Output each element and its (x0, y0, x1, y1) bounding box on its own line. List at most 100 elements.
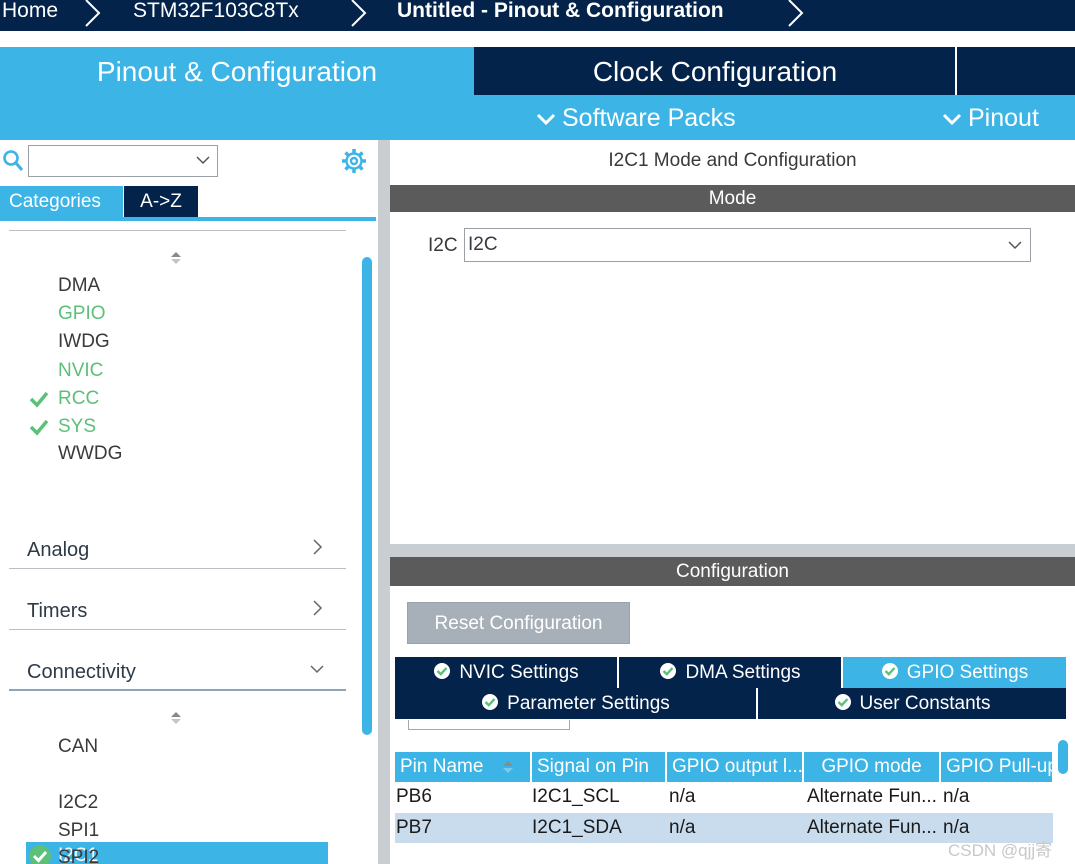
system-item-rcc[interactable]: RCC (58, 387, 99, 411)
check-circle-icon (482, 694, 499, 710)
chevron-down-icon (942, 114, 962, 126)
i2c-mode-label: I2C (428, 235, 458, 256)
tab-label: User Constants (859, 693, 991, 714)
chevron-down-icon (196, 156, 210, 165)
search-input[interactable] (28, 145, 218, 177)
categories-panel: Categories A->Z DMA GPIO IWDG NVIC RCC S… (0, 140, 378, 864)
column-header-label: Pin Name (400, 756, 484, 777)
tab-a-to-z[interactable]: A->Z (124, 186, 198, 217)
configuration-tabs: NVIC Settings DMA Settings GPIO Settings… (395, 657, 1066, 719)
chevron-down-icon[interactable] (309, 660, 325, 678)
check-circle-icon (834, 694, 851, 710)
category-scrollbar-thumb[interactable] (362, 257, 372, 735)
chevron-right-icon (788, 0, 804, 27)
sort-icon[interactable] (169, 711, 183, 725)
column-header-gpio-mode[interactable]: GPIO mode (804, 752, 940, 782)
tab-label: GPIO Settings (906, 662, 1029, 683)
chevron-right-icon[interactable] (309, 599, 325, 617)
category-timers[interactable]: Timers (27, 598, 87, 624)
sub-toolbar: Software Packs Pinout (0, 95, 1075, 140)
tab-user-constants[interactable]: User Constants (758, 688, 1066, 719)
breadcrumb-project[interactable]: Untitled - Pinout & Configuration (397, 0, 724, 22)
system-item-wwdg[interactable]: WWDG (58, 442, 122, 466)
tab-pinout-configuration[interactable]: Pinout & Configuration (0, 47, 474, 95)
table-cell: I2C1_SDA (532, 817, 622, 838)
divider (9, 568, 346, 569)
table-cell: n/a (669, 817, 696, 838)
tab-dma-settings[interactable]: DMA Settings (619, 657, 841, 688)
chevron-right-icon[interactable] (309, 538, 325, 556)
mode-configuration-panel: I2C1 Mode and Configuration Mode I2C I2C… (390, 140, 1075, 864)
sort-icon[interactable] (169, 251, 183, 265)
panel-splitter[interactable] (378, 140, 390, 864)
tab-nvic-settings[interactable]: NVIC Settings (395, 657, 617, 688)
tab-label: DMA Settings (685, 662, 801, 683)
search-icon[interactable] (2, 149, 24, 173)
reset-configuration-button[interactable]: Reset Configuration (407, 602, 630, 644)
software-packs-label: Software Packs (562, 104, 736, 132)
column-header-signal[interactable]: Signal on Pin (532, 752, 666, 782)
panel-title: I2C1 Mode and Configuration (608, 150, 857, 171)
column-header-pull-up[interactable]: GPIO Pull-up (941, 752, 1053, 782)
tab-categories[interactable]: Categories (0, 186, 123, 217)
connectivity-item-can[interactable]: CAN (58, 735, 98, 759)
breadcrumb-home[interactable]: Home (2, 0, 58, 22)
table-scrollbar-thumb[interactable] (1058, 740, 1068, 774)
divider (9, 230, 346, 231)
chevron-down-icon (1008, 241, 1022, 250)
system-item-gpio[interactable]: GPIO (58, 302, 106, 326)
tab-parameter-settings[interactable]: Parameter Settings (395, 688, 756, 719)
table-cell: Alternate Fun... (807, 817, 937, 838)
mode-header: Mode (390, 185, 1075, 212)
table-cell: Alternate Fun... (807, 786, 937, 807)
tab-divider (955, 47, 957, 95)
software-packs-menu[interactable]: Software Packs (536, 103, 736, 133)
divider (9, 629, 346, 630)
system-item-sys[interactable]: SYS (58, 415, 96, 439)
table-row[interactable]: PB6 I2C1_SCL n/a Alternate Fun... n/a (395, 782, 1053, 812)
system-item-dma[interactable]: DMA (58, 274, 100, 298)
watermark-text: CSDN @qjj寄 (948, 841, 1053, 860)
check-circle-icon (881, 663, 898, 679)
system-item-iwdg[interactable]: IWDG (58, 330, 110, 354)
pinout-menu-label: Pinout (968, 104, 1039, 132)
chevron-right-icon (85, 0, 101, 27)
tab-gpio-settings[interactable]: GPIO Settings (843, 657, 1066, 688)
check-icon (29, 391, 49, 408)
breadcrumb-device[interactable]: STM32F103C8Tx (133, 0, 299, 22)
configuration-header: Configuration (390, 557, 1075, 586)
divider (9, 689, 346, 691)
main-tabs: Pinout & Configuration Clock Configurati… (0, 47, 1075, 95)
column-header-pin-name[interactable]: Pin Name (395, 752, 531, 782)
section-splitter[interactable] (390, 544, 1075, 557)
tab-clock-configuration[interactable]: Clock Configuration (475, 47, 955, 95)
table-cell: n/a (669, 786, 696, 807)
breadcrumb: Home STM32F103C8Tx Untitled - Pinout & C… (0, 0, 1075, 31)
table-cell: PB6 (396, 786, 432, 807)
chevron-right-icon (351, 0, 367, 27)
chevron-down-icon (536, 114, 556, 126)
connectivity-item-spi1[interactable]: SPI1 (58, 819, 99, 843)
table-cell: I2C1_SCL (532, 786, 620, 807)
connectivity-item-i2c2[interactable]: I2C2 (58, 791, 98, 815)
category-connectivity[interactable]: Connectivity (27, 659, 136, 685)
pinout-menu[interactable]: Pinout (942, 103, 1039, 133)
tab-label: Parameter Settings (507, 693, 670, 714)
stm32cubemx-window: Home STM32F103C8Tx Untitled - Pinout & C… (0, 0, 1075, 864)
category-analog[interactable]: Analog (27, 537, 89, 563)
check-circle-icon (660, 663, 677, 679)
connectivity-item-spi2[interactable]: SPI2 (58, 846, 99, 864)
i2c-mode-select[interactable]: I2C (464, 228, 1031, 262)
tab-label: NVIC Settings (459, 662, 579, 683)
column-header-output-level[interactable]: GPIO output l... (667, 752, 803, 782)
system-item-nvic[interactable]: NVIC (58, 359, 103, 383)
table-cell: n/a (943, 786, 970, 807)
check-circle-icon (434, 663, 451, 679)
category-tree: DMA GPIO IWDG NVIC RCC SYS WWDG Analog T… (0, 221, 360, 864)
i2c-mode-value: I2C (468, 234, 498, 255)
check-circle-icon (29, 845, 51, 864)
check-icon (29, 419, 49, 436)
search-field-edge[interactable] (408, 720, 570, 730)
table-cell: PB7 (396, 817, 432, 838)
gear-icon[interactable] (341, 148, 367, 174)
